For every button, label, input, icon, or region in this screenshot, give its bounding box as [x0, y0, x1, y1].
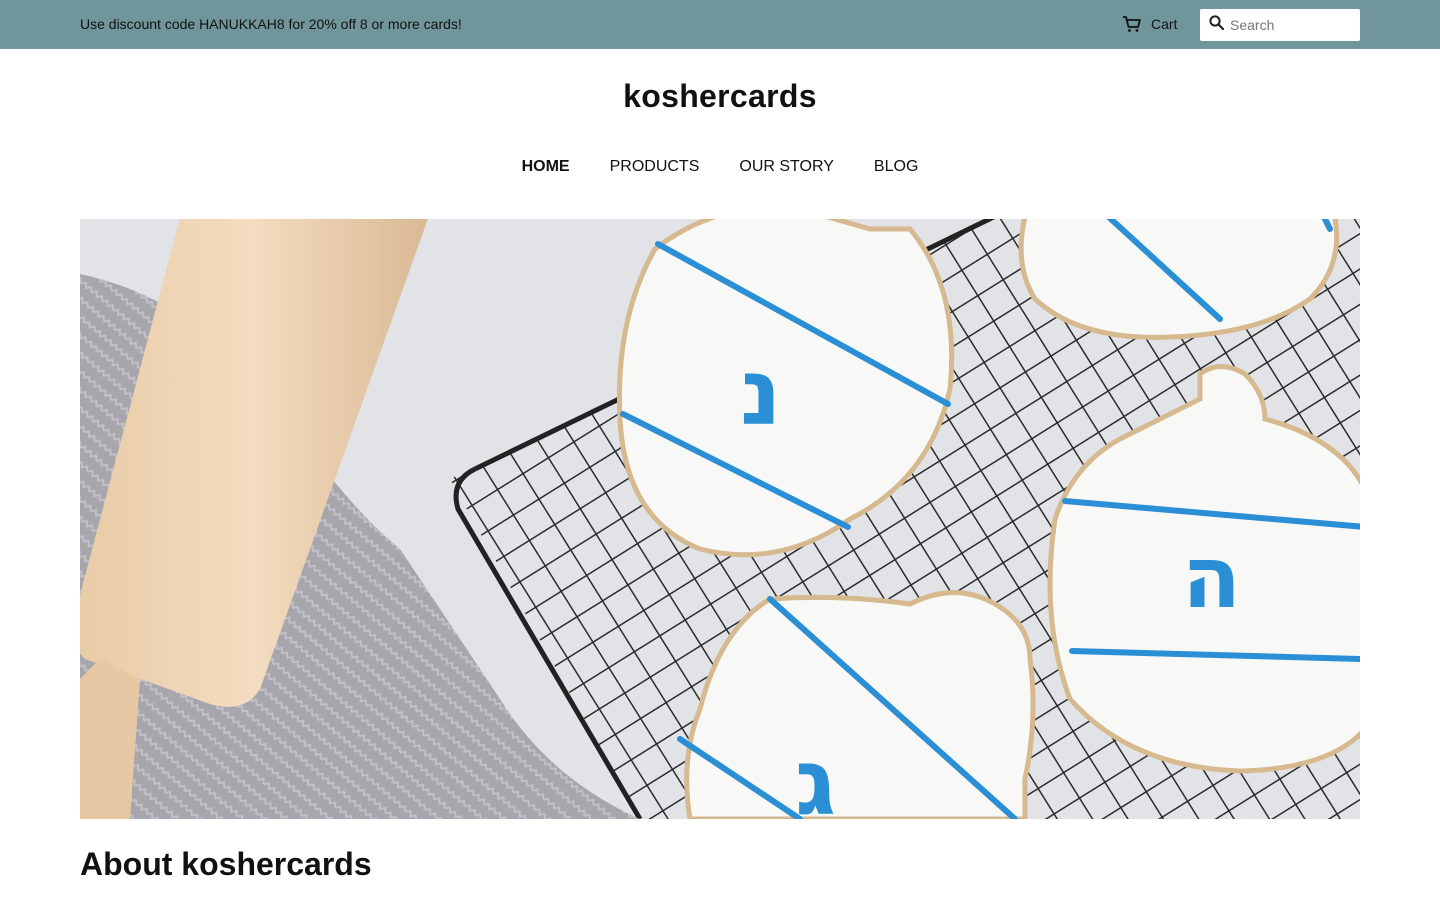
- announcement-bar: Use discount code HANUKKAH8 for 20% off …: [0, 0, 1440, 49]
- search-icon[interactable]: [1200, 15, 1225, 35]
- hero-image: נ ה ג: [80, 219, 1360, 819]
- nav-item-our-story[interactable]: OUR STORY: [739, 158, 834, 176]
- search-box[interactable]: [1200, 9, 1360, 41]
- cookie-letter-1: נ: [740, 339, 782, 446]
- main-nav: HOME PRODUCTS OUR STORY BLOG: [0, 158, 1440, 176]
- site-logo[interactable]: koshercards: [0, 78, 1440, 115]
- announcement-text: Use discount code HANUKKAH8 for 20% off …: [80, 16, 462, 32]
- cart-label: Cart: [1151, 16, 1178, 32]
- hero-illustration: נ ה ג: [80, 219, 1360, 819]
- about-heading: About koshercards: [80, 846, 372, 882]
- cart-icon: [1122, 15, 1142, 33]
- cookie-letter-2: ה: [1182, 528, 1241, 628]
- nav-item-products[interactable]: PRODUCTS: [610, 158, 700, 176]
- cookie-letter-3: ג: [795, 729, 836, 819]
- search-input[interactable]: [1230, 17, 1348, 33]
- nav-item-blog[interactable]: BLOG: [874, 158, 918, 176]
- cart-link[interactable]: Cart: [1122, 14, 1177, 34]
- nav-item-home[interactable]: HOME: [522, 158, 570, 176]
